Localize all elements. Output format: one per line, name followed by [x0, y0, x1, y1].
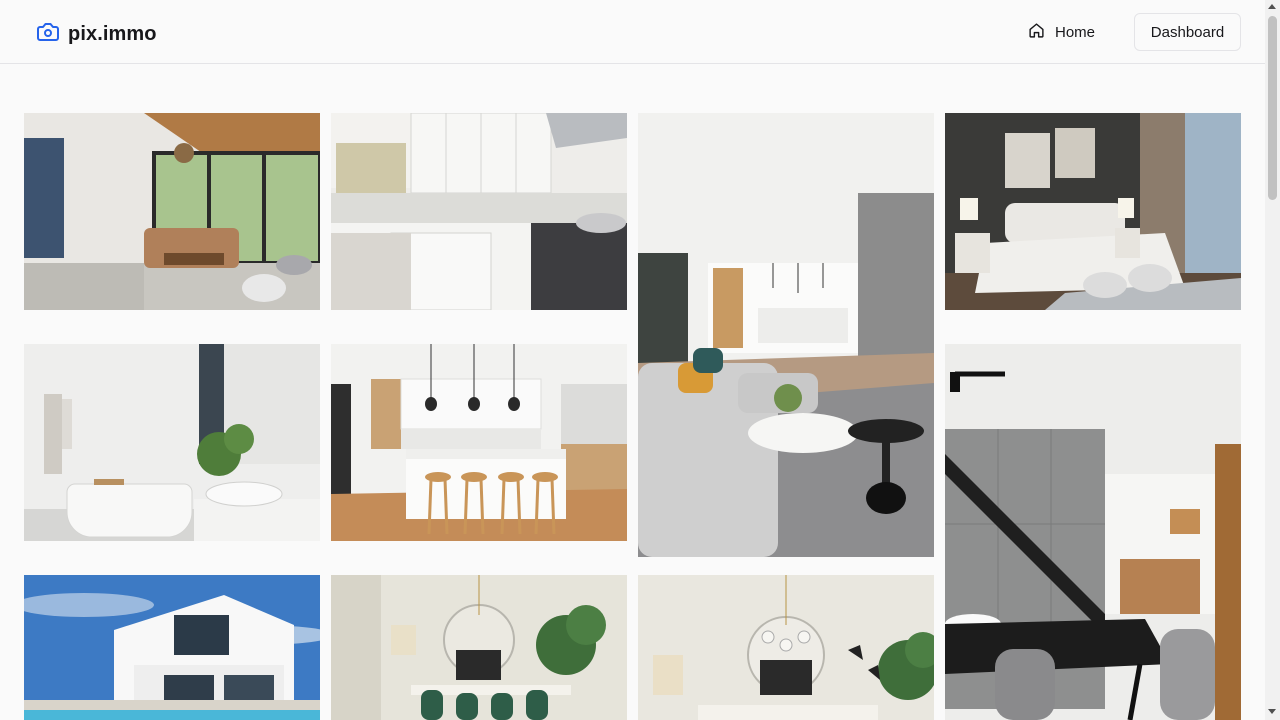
- gallery-photo-kitchen-island[interactable]: [331, 344, 627, 541]
- camera-icon: [36, 20, 60, 49]
- gallery-photo-bathroom[interactable]: [24, 344, 320, 541]
- gallery-photo-bedroom[interactable]: [945, 113, 1241, 310]
- scroll-down-arrow-icon[interactable]: [1268, 709, 1276, 714]
- gallery-photo-dining-green[interactable]: [331, 575, 627, 720]
- brand-logo[interactable]: pix.immo: [36, 20, 157, 49]
- scroll-up-arrow-icon[interactable]: [1268, 4, 1276, 9]
- dashboard-button[interactable]: Dashboard: [1134, 13, 1241, 51]
- scrollbar-thumb[interactable]: [1268, 16, 1277, 200]
- gallery-photo-kitchen-hood[interactable]: [331, 113, 627, 310]
- gallery-photo-open-living[interactable]: [638, 113, 934, 557]
- gallery-photo-villa[interactable]: [24, 575, 320, 720]
- gallery-photo-staircase[interactable]: [945, 344, 1241, 720]
- nav-home-label: Home: [1055, 23, 1096, 41]
- home-icon: [1028, 22, 1045, 43]
- brand-name: pix.immo: [68, 23, 157, 45]
- nav-home-link[interactable]: Home: [1020, 14, 1103, 50]
- top-navbar: pix.immo Home Dashboard: [0, 0, 1265, 64]
- gallery-photo-dining-mirror[interactable]: [638, 575, 934, 720]
- gallery-photo-living-room[interactable]: [24, 113, 320, 310]
